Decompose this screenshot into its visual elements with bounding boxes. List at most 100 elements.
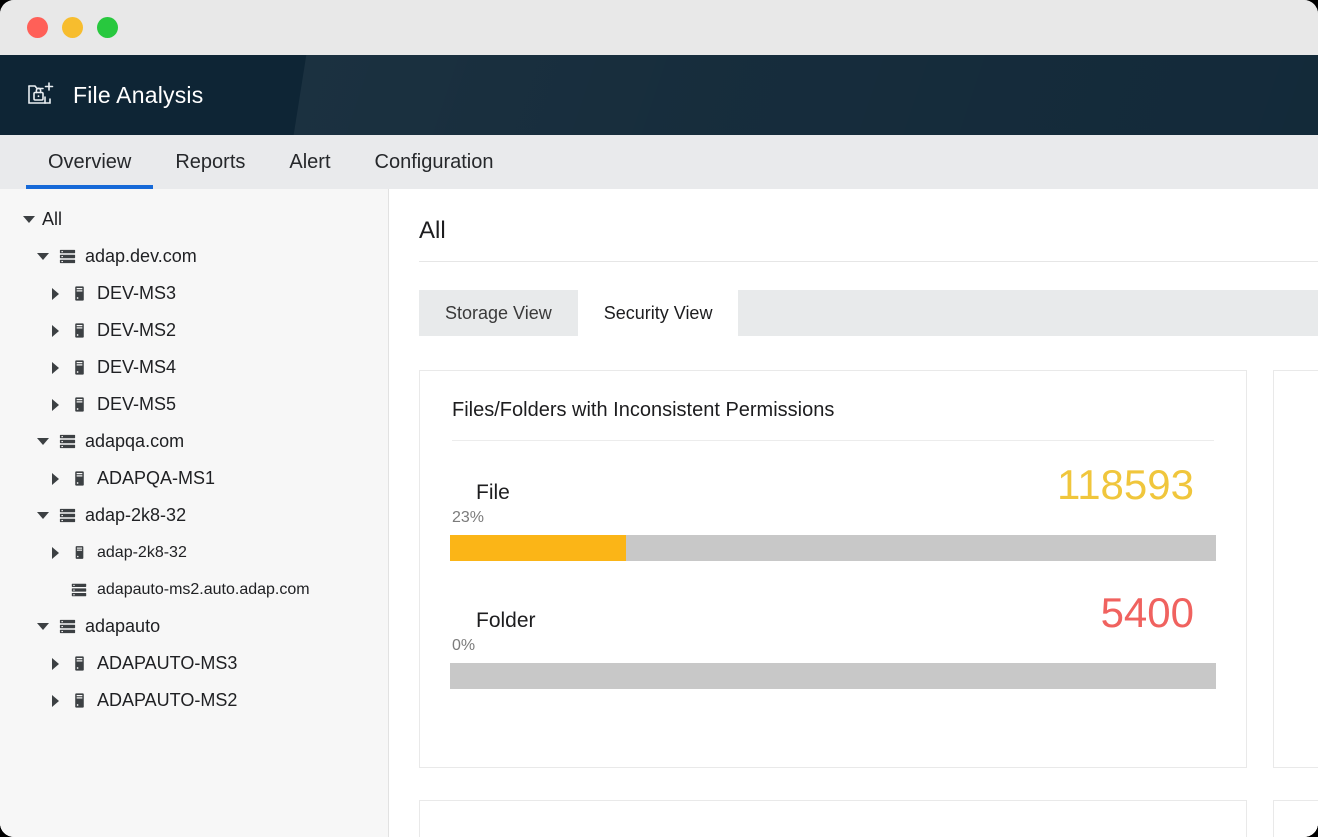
chevron-right-icon[interactable] [46, 288, 64, 300]
chevron-down-icon[interactable] [34, 253, 52, 260]
tree-item-label: adapauto [85, 616, 160, 637]
server-icon [68, 321, 90, 340]
domain-icon [56, 617, 78, 636]
tree-item-adap-dev-com[interactable]: adap.dev.com [0, 238, 388, 275]
metric-file-bar-track [450, 535, 1216, 561]
chevron-right-icon[interactable] [46, 473, 64, 485]
chevron-down-icon[interactable] [34, 512, 52, 519]
server-icon [68, 544, 90, 561]
server-icon [68, 691, 90, 710]
tree-item-label: DEV-MS2 [97, 320, 176, 341]
tab-storage-view[interactable]: Storage View [419, 290, 578, 336]
tree-item-label: adap.dev.com [85, 246, 197, 267]
metric-folder-value: 5400 [1101, 591, 1194, 635]
tab-security-view-label: Security View [604, 303, 713, 324]
folder-lock-add-icon [25, 79, 57, 111]
content-pane: All Storage View Security View Files/Fol… [389, 189, 1318, 837]
chevron-right-icon[interactable] [46, 399, 64, 411]
tree-item-dev-ms4[interactable]: DEV-MS4 [0, 349, 388, 386]
tree-item-adapqa-com[interactable]: adapqa.com [0, 423, 388, 460]
next-card-left-partial [419, 800, 1247, 837]
nav-item-configuration-label: Configuration [375, 151, 494, 174]
metric-folder-header: Folder 5400 [450, 591, 1216, 635]
server-icon [68, 358, 90, 377]
tree-item-adapauto-ms2-auto-adap-com[interactable]: adapauto-ms2.auto.adap.com [0, 571, 388, 608]
metric-folder-bar-track [450, 663, 1216, 689]
server-icon [68, 654, 90, 673]
tree-item-label: adap-2k8-32 [97, 544, 187, 562]
app-title: File Analysis [73, 82, 203, 109]
tree-item-label: ADAPAUTO-MS3 [97, 653, 237, 674]
tree-item-label: DEV-MS4 [97, 357, 176, 378]
close-window-button[interactable] [27, 17, 48, 38]
domain-icon [56, 432, 78, 451]
tab-storage-view-label: Storage View [445, 303, 552, 324]
tree-item-label: DEV-MS5 [97, 394, 176, 415]
next-card-right-partial [1273, 800, 1318, 837]
card-title: Files/Folders with Inconsistent Permissi… [420, 371, 1246, 440]
chevron-down-icon[interactable] [34, 623, 52, 630]
metric-folder-percent: 0% [450, 637, 1216, 655]
tree-item-dev-ms2[interactable]: DEV-MS2 [0, 312, 388, 349]
view-tabstrip: Storage View Security View [419, 290, 1318, 336]
tree-item-adap-2k8-32-server[interactable]: adap-2k8-32 [0, 534, 388, 571]
app-body: All adap.dev.com DEV-MS3 [0, 189, 1318, 837]
tree-item-adapauto-ms2[interactable]: ADAPAUTO-MS2 [0, 682, 388, 719]
metric-file-value: 118593 [1057, 463, 1194, 507]
page-title: All [419, 189, 1318, 261]
tree-item-label: All [42, 209, 62, 230]
title-divider [419, 261, 1318, 262]
chevron-right-icon[interactable] [46, 547, 64, 559]
tree-item-adapauto-ms3[interactable]: ADAPAUTO-MS3 [0, 645, 388, 682]
nav-item-configuration[interactable]: Configuration [353, 135, 516, 189]
app-window: File Analysis Overview Reports Alert Con… [0, 0, 1318, 837]
sidebar-tree[interactable]: All adap.dev.com DEV-MS3 [0, 189, 389, 837]
tree-item-all[interactable]: All [0, 201, 388, 238]
chevron-down-icon[interactable] [34, 438, 52, 445]
nav-item-alert[interactable]: Alert [267, 135, 352, 189]
nav-item-reports-label: Reports [175, 151, 245, 174]
metric-file-bar-fill [450, 535, 626, 561]
chevron-right-icon[interactable] [46, 325, 64, 337]
server-icon [68, 469, 90, 488]
secondary-card-partial [1273, 370, 1318, 768]
tree-item-label: ADAPAUTO-MS2 [97, 690, 237, 711]
window-titlebar [0, 0, 1318, 55]
chevron-down-icon[interactable] [20, 216, 38, 223]
app-header: File Analysis [0, 55, 1318, 135]
tree-item-label: adap-2k8-32 [85, 505, 186, 526]
main-nav: Overview Reports Alert Configuration [0, 135, 1318, 189]
chevron-right-icon[interactable] [46, 362, 64, 374]
tree-item-label: ADAPQA-MS1 [97, 468, 215, 489]
server-icon [68, 395, 90, 414]
nav-item-overview-label: Overview [48, 151, 131, 174]
domain-icon [56, 506, 78, 525]
screenshot-root: File Analysis Overview Reports Alert Con… [0, 0, 1318, 837]
tree-item-adap-2k8-32-domain[interactable]: adap-2k8-32 [0, 497, 388, 534]
metric-file-label: File [476, 481, 510, 505]
card-body: File 118593 23% Folder [420, 441, 1246, 689]
nav-item-reports[interactable]: Reports [153, 135, 267, 189]
tree-item-dev-ms3[interactable]: DEV-MS3 [0, 275, 388, 312]
metric-folder: Folder 5400 0% [450, 591, 1216, 689]
nav-item-alert-label: Alert [289, 151, 330, 174]
minimize-window-button[interactable] [62, 17, 83, 38]
chevron-right-icon[interactable] [46, 695, 64, 707]
tree-item-label: adapauto-ms2.auto.adap.com [97, 581, 310, 599]
metric-file-header: File 118593 [450, 463, 1216, 507]
metric-folder-label: Folder [476, 609, 536, 633]
chevron-right-icon[interactable] [46, 658, 64, 670]
maximize-window-button[interactable] [97, 17, 118, 38]
domain-icon [68, 581, 90, 599]
inconsistent-permissions-card: Files/Folders with Inconsistent Permissi… [419, 370, 1247, 768]
tree-item-adapqa-ms1[interactable]: ADAPQA-MS1 [0, 460, 388, 497]
tree-item-label: DEV-MS3 [97, 283, 176, 304]
next-row-cards [419, 800, 1318, 837]
nav-item-overview[interactable]: Overview [26, 135, 153, 189]
metric-file-percent: 23% [450, 509, 1216, 527]
metric-file: File 118593 23% [450, 463, 1216, 561]
tree-item-adapauto[interactable]: adapauto [0, 608, 388, 645]
tab-security-view[interactable]: Security View [578, 290, 739, 336]
tree-item-label: adapqa.com [85, 431, 184, 452]
tree-item-dev-ms5[interactable]: DEV-MS5 [0, 386, 388, 423]
